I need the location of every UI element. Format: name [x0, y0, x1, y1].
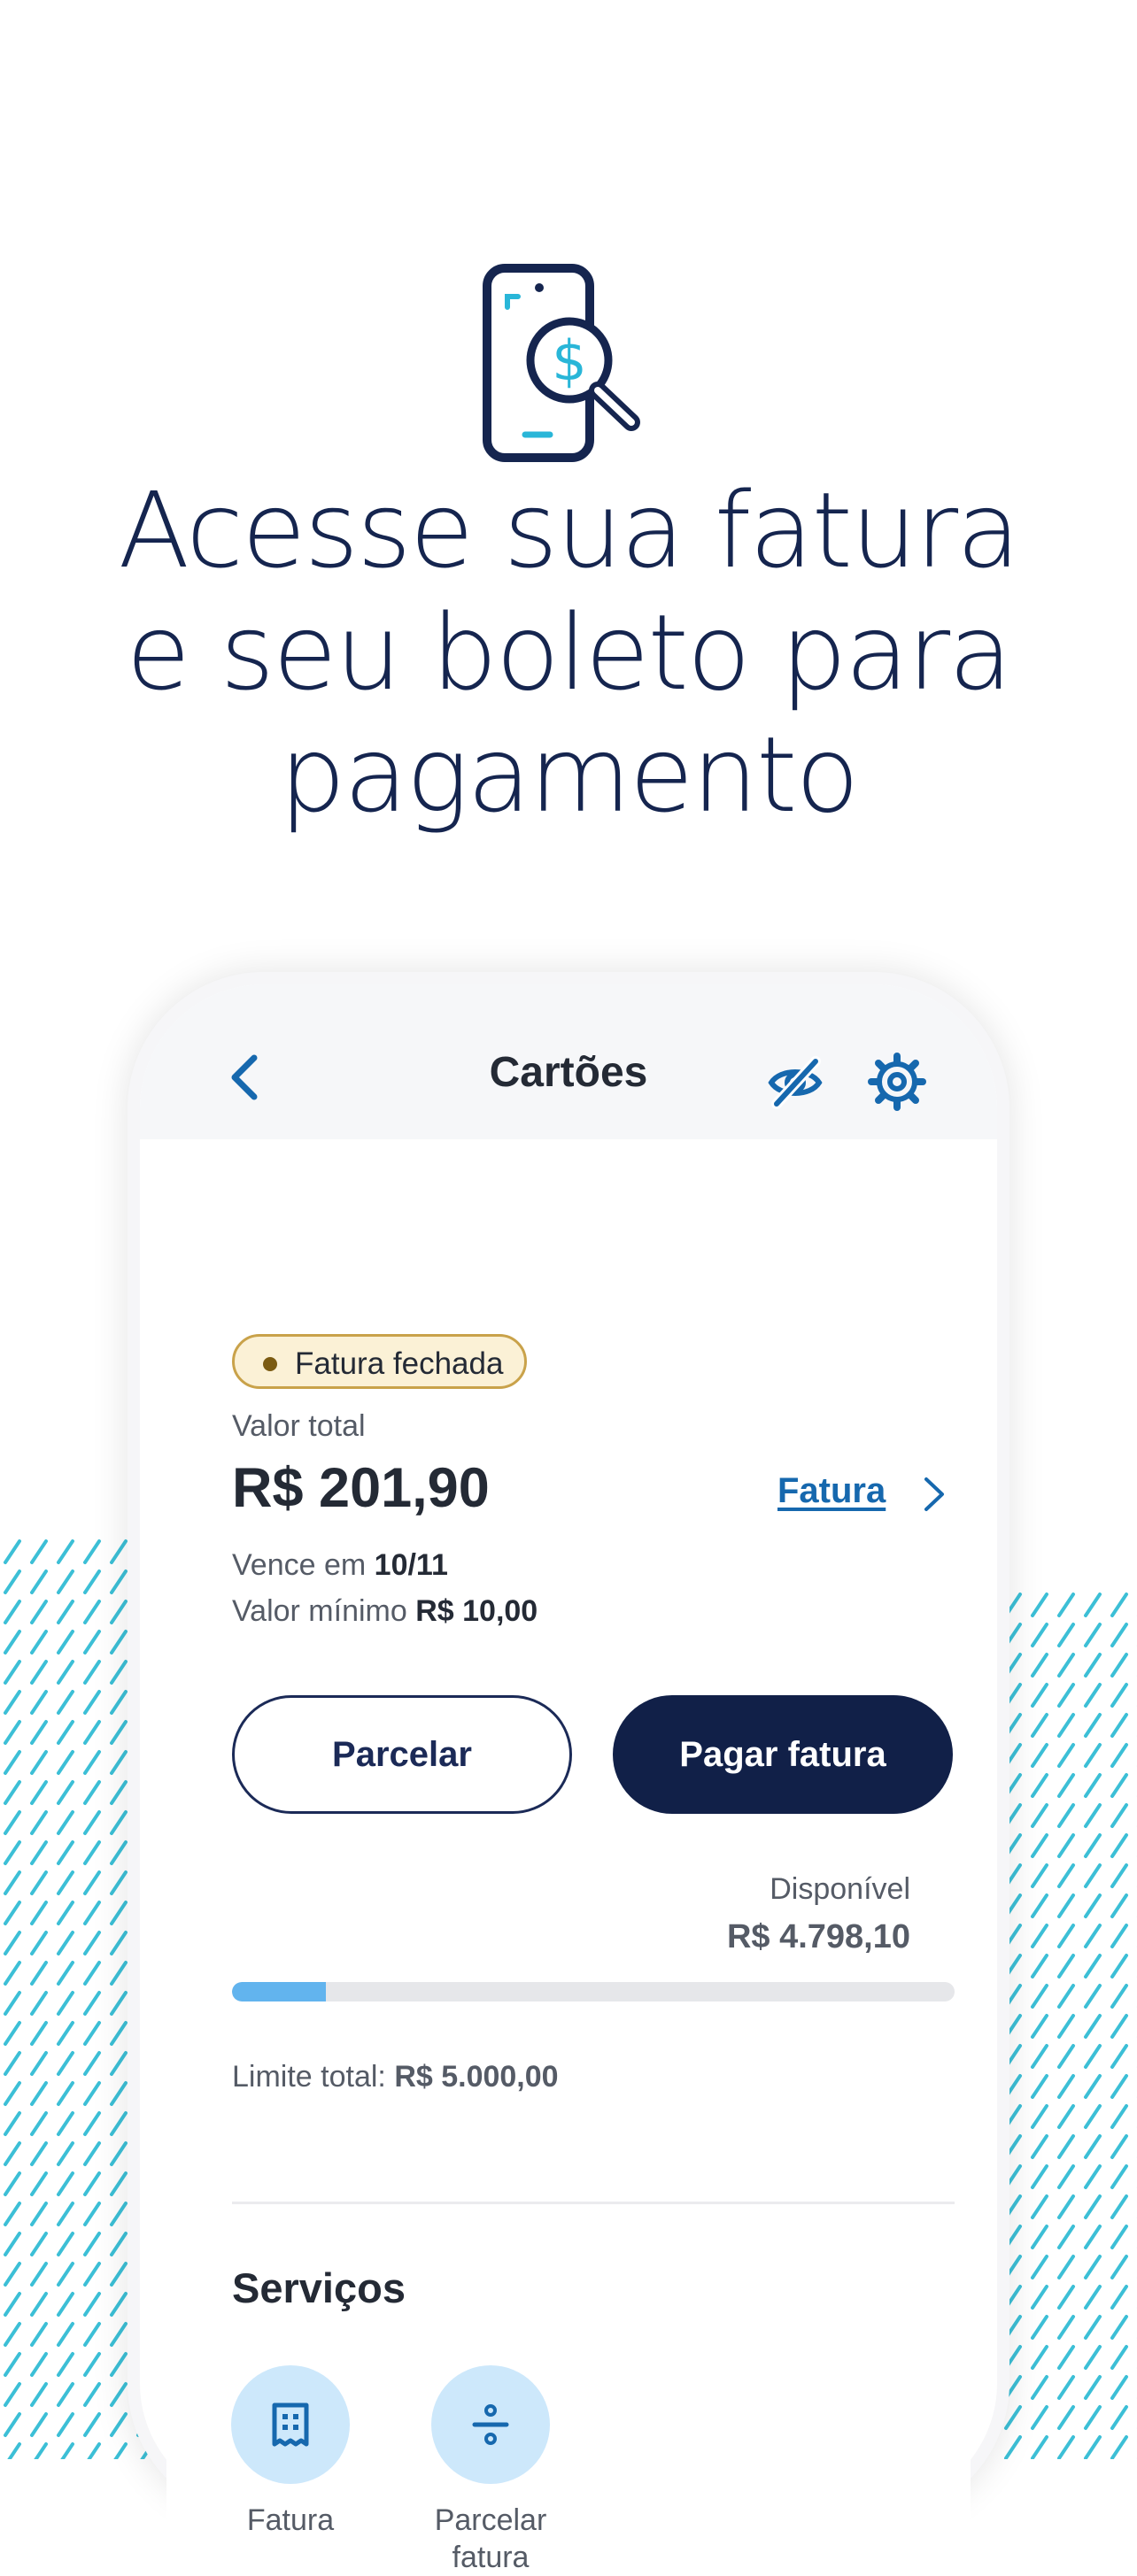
phone-search-dollar-icon: $	[483, 264, 640, 462]
headline-line-1: Acesse sua fatura	[118, 469, 1021, 591]
divider	[232, 2202, 955, 2204]
app-header: Cartões	[140, 984, 997, 1139]
status-dot	[263, 1357, 277, 1371]
headline-line-3: pagamento	[279, 713, 859, 836]
minimum-amount: R$ 10,00	[415, 1594, 538, 1628]
stripe-pattern-left	[0, 1536, 155, 2459]
service-fatura-circle	[231, 2365, 350, 2484]
total-label: Valor total	[232, 1409, 366, 1443]
invoice-link[interactable]: Fatura	[777, 1471, 886, 1511]
phone-mockup: Cartões Fatura fechada Valor total R$ 20…	[140, 984, 997, 2574]
pay-invoice-button[interactable]: Pagar fatura	[613, 1695, 953, 1814]
parcelar-button[interactable]: Parcelar	[232, 1695, 572, 1814]
total-limit-value: R$ 5.000,00	[394, 2060, 559, 2094]
invoice-amount: R$ 201,90	[232, 1457, 490, 1519]
available-label: Disponível	[770, 1872, 910, 1906]
eye-off-icon[interactable]	[764, 1051, 826, 1113]
headline: Acesse sua fatura e seu boleto para paga…	[0, 469, 1137, 836]
available-value: R$ 4.798,10	[726, 1918, 910, 1955]
card-content: Fatura fechada Valor total R$ 201,90 Fat…	[166, 1139, 971, 2574]
receipt-icon	[272, 2402, 309, 2447]
minimum-prefix: Valor mínimo	[232, 1594, 407, 1628]
status-badge-label: Fatura fechada	[295, 1346, 504, 1381]
divide-icon	[472, 2404, 509, 2445]
total-limit-prefix: Limite total:	[232, 2060, 386, 2094]
due-date: 10/11	[374, 1548, 448, 1582]
minimum-value-text: Valor mínimo R$ 10,00	[232, 1594, 538, 1629]
status-badge: Fatura fechada	[232, 1334, 528, 1389]
chevron-right-icon[interactable]	[919, 1474, 949, 1515]
svg-text:$: $	[552, 328, 586, 393]
gear-icon[interactable]	[866, 1051, 928, 1113]
limit-progress-bar	[232, 1982, 955, 2001]
services-title: Serviços	[232, 2264, 406, 2311]
service-fatura[interactable]: Fatura	[211, 2365, 370, 2539]
due-prefix: Vence em	[232, 1548, 367, 1582]
service-parcelar-fatura[interactable]: Parcelar fatura	[411, 2365, 570, 2576]
stripe-pattern-right	[1001, 1589, 1137, 2459]
service-parcelar-label: Parcelar fatura	[434, 2503, 547, 2574]
headline-line-2: e seu boleto para	[126, 591, 1013, 713]
limit-progress-fill	[232, 1982, 327, 2001]
total-limit-text: Limite total: R$ 5.000,00	[232, 2060, 559, 2094]
service-parcelar-circle	[431, 2365, 550, 2484]
service-fatura-label: Fatura	[246, 2503, 335, 2537]
due-date-text: Vence em 10/11	[232, 1548, 448, 1583]
